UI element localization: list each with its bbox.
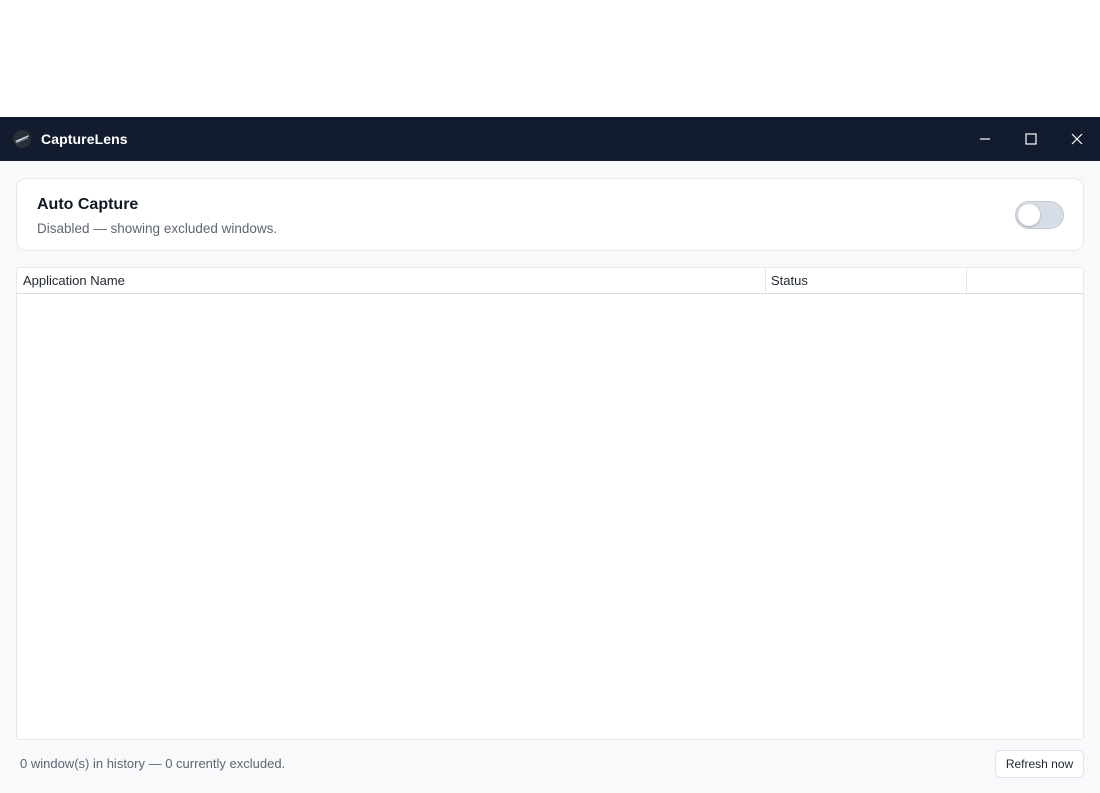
- maximize-icon: [1025, 133, 1037, 145]
- app-window: CaptureLens Auto Capture Disabled — show…: [0, 117, 1100, 793]
- close-button[interactable]: [1054, 117, 1100, 161]
- column-header-status[interactable]: Status: [766, 268, 967, 293]
- auto-capture-status-text: Disabled — showing excluded windows.: [37, 221, 278, 236]
- history-summary: 0 window(s) in history — 0 currently exc…: [20, 756, 286, 771]
- table-header: Application Name Status: [17, 268, 1083, 294]
- minimize-icon: [980, 138, 990, 140]
- maximize-button[interactable]: [1008, 117, 1054, 161]
- refresh-button[interactable]: Refresh now: [995, 750, 1084, 778]
- window-controls: [962, 117, 1100, 161]
- window-title: CaptureLens: [41, 131, 128, 147]
- windows-table: Application Name Status: [16, 267, 1084, 740]
- auto-capture-card: Auto Capture Disabled — showing excluded…: [16, 178, 1084, 251]
- column-header-empty: [967, 268, 1083, 293]
- auto-capture-toggle[interactable]: [1015, 201, 1064, 229]
- minimize-button[interactable]: [962, 117, 1008, 161]
- toggle-knob: [1018, 204, 1040, 226]
- column-header-application-name[interactable]: Application Name: [17, 268, 766, 293]
- auto-capture-title: Auto Capture: [37, 196, 139, 213]
- title-bar[interactable]: CaptureLens: [0, 117, 1100, 161]
- capturelens-logo-icon: [12, 129, 32, 149]
- close-icon: [1071, 133, 1083, 145]
